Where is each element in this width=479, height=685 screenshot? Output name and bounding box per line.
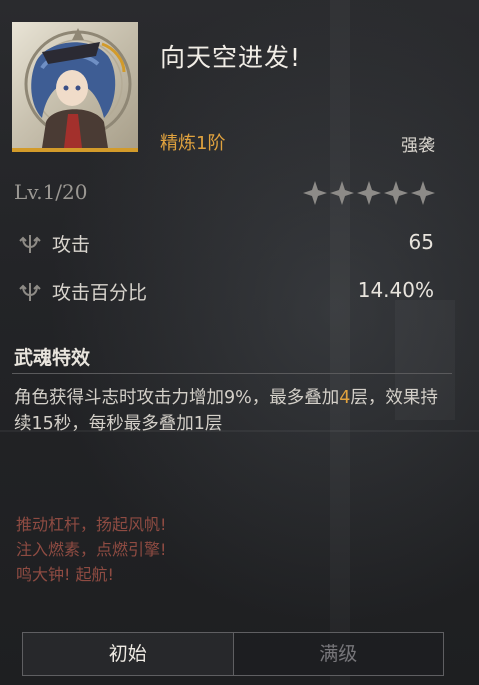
weapon-type: 强袭 — [401, 136, 435, 156]
stat-row-attack-percent: 攻击百分比 14.40% — [14, 276, 434, 306]
stat-value: 65 — [408, 230, 434, 254]
tab-max-level[interactable]: 满级 — [234, 633, 444, 675]
flavor-text: 推动杠杆，扬起风帆! 注入燃素，点燃引擎! 鸣大钟! 起航! — [16, 512, 166, 587]
weapon-level: Lv.1/20 — [14, 180, 88, 204]
stat-label: 攻击百分比 — [52, 282, 148, 304]
star-icon — [357, 181, 381, 205]
flavor-line: 鸣大钟! 起航! — [16, 565, 114, 584]
stat-label: 攻击 — [52, 234, 91, 256]
effect-highlight: 4 — [339, 388, 351, 408]
star-icon — [411, 181, 435, 205]
star-icon — [384, 181, 408, 205]
trident-icon — [18, 281, 42, 307]
stat-value: 14.40% — [357, 278, 434, 302]
background-shape — [330, 0, 350, 685]
flavor-line: 推动杠杆，扬起风帆! — [16, 515, 167, 534]
refinement-level: 精炼1阶 — [160, 133, 226, 154]
star-icon — [330, 181, 354, 205]
stat-row-attack: 攻击 65 — [14, 228, 434, 258]
effect-description: 角色获得斗志时攻击力增加9%，最多叠加4层，效果持续15秒，每秒最多叠加1层 — [14, 385, 444, 437]
star-rating — [302, 178, 436, 208]
divider — [12, 373, 452, 374]
flavor-line: 注入燃素，点燃引擎! — [16, 540, 167, 559]
weapon-portrait — [12, 22, 138, 152]
trident-icon — [18, 233, 42, 259]
tab-initial[interactable]: 初始 — [23, 633, 234, 675]
weapon-name: 向天空进发! — [160, 43, 302, 72]
star-icon — [303, 181, 327, 205]
effect-text: 角色获得斗志时攻击力增加9%，最多叠加 — [14, 388, 340, 408]
effect-title: 武魂特效 — [14, 347, 91, 369]
level-tabs: 初始 满级 — [22, 632, 444, 676]
